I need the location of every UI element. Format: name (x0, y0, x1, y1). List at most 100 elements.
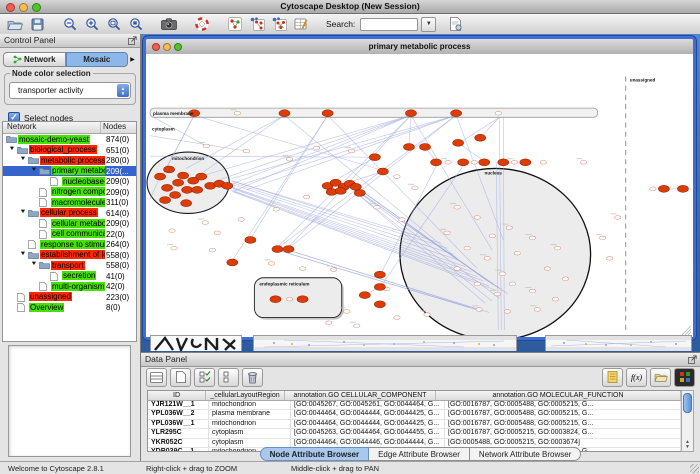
table-column-header[interactable]: ID (148, 391, 206, 400)
network-node[interactable] (479, 159, 490, 166)
network-node-small[interactable] (354, 324, 360, 328)
table-row[interactable]: YJR121W__1mitochondrion[GO:0045267, GO:0… (148, 401, 681, 410)
network-node[interactable] (164, 166, 175, 173)
window-controls[interactable] (6, 3, 41, 12)
scrollbar-thumb[interactable] (683, 393, 692, 413)
table-cell[interactable]: YPL036W__1 (148, 420, 209, 428)
network-node-small[interactable] (599, 236, 605, 240)
network-edge[interactable] (206, 115, 411, 174)
expand-arrow-icon[interactable]: ▼ (19, 251, 26, 257)
formula-builder-icon[interactable]: f(x) (626, 368, 647, 387)
network-node-small[interactable] (412, 186, 418, 190)
background-window-sliver[interactable] (150, 335, 242, 351)
table-cell[interactable]: plasma membrane (209, 410, 291, 418)
table-row[interactable]: YPL036W__2plasma membrane[GO:0044464, GO… (148, 410, 681, 419)
network-edge[interactable] (201, 115, 284, 173)
float-panel-icon[interactable] (128, 36, 137, 47)
tree-node-label[interactable]: multi-organism pro (51, 282, 105, 291)
network-node-small[interactable] (203, 144, 209, 148)
float-panel-icon[interactable] (688, 355, 697, 366)
create-network-icon[interactable] (225, 16, 245, 33)
network-node-small[interactable] (484, 256, 490, 260)
tree-node-label[interactable]: metabolic process (40, 156, 105, 165)
network-node-small[interactable] (171, 246, 177, 250)
inner-minimize-button[interactable] (163, 43, 171, 51)
tree-col-nodes[interactable]: Nodes (100, 122, 136, 133)
tree-node-label[interactable]: transport (51, 261, 85, 270)
network-edge[interactable] (285, 115, 458, 258)
tree-row[interactable]: mosaic-demo-yeast874(0) (3, 134, 136, 145)
tree-node-label[interactable]: nitrogen compo (51, 187, 105, 196)
tree-node-label[interactable]: mosaic-demo-yeast (18, 135, 90, 144)
inner-zoom-button[interactable] (174, 43, 182, 51)
tree-row[interactable]: cell communicat22(0) (3, 229, 136, 240)
tab-edge-attribute-browser[interactable]: Edge Attribute Browser (369, 447, 470, 461)
table-cell[interactable]: [GO:0016787, GO:0005488, GO:0005215, G..… (445, 401, 681, 409)
network-node[interactable] (498, 159, 509, 166)
attribute-table-header[interactable]: ID_cellularLayoutRegionannotation.GO CEL… (148, 391, 681, 401)
network-node[interactable] (162, 184, 173, 191)
tree-node-label[interactable]: unassigned (29, 292, 72, 301)
help-icon[interactable] (192, 16, 212, 33)
network-node[interactable] (192, 186, 203, 193)
zoom-button[interactable] (32, 3, 41, 12)
background-window-sliver[interactable] (545, 335, 692, 351)
network-node-small[interactable] (540, 160, 546, 164)
table-row[interactable]: YLR295Ccytoplasm[GO:0045263, GO:0044464,… (148, 429, 681, 438)
tab-network-attribute-browser[interactable]: Network Attribute Browser (470, 447, 581, 461)
network-node-small[interactable] (495, 111, 501, 115)
network-node-small[interactable] (394, 175, 400, 179)
table-cell[interactable]: [GO:0016787, GO:0005488, GO:0005215, G..… (445, 420, 681, 428)
tree-row[interactable]: ▼establishment of lo558(0) (3, 250, 136, 261)
network-node[interactable] (196, 173, 207, 180)
table-cell[interactable]: [GO:0016787, GO:0005488, GO:0005215, G..… (445, 410, 681, 418)
tree-row[interactable]: ▼transport558(0) (3, 260, 136, 271)
tree-node-label[interactable]: cellular metabo (51, 219, 105, 228)
network-node-small[interactable] (499, 272, 505, 276)
network-node[interactable] (520, 159, 531, 166)
network-node-small[interactable] (344, 310, 350, 314)
expand-arrow-icon[interactable]: ▼ (8, 146, 15, 152)
table-cell[interactable]: [GO:0016787, GO:0005215, GO:0003824, G..… (445, 429, 681, 437)
snapshot-icon[interactable] (159, 16, 179, 33)
background-window-sliver[interactable] (253, 335, 517, 351)
tree-node-label[interactable]: cell communicat (51, 229, 105, 238)
tree-row[interactable]: Overview8(0) (3, 302, 136, 313)
network-node-small[interactable] (273, 207, 279, 211)
tree-row[interactable]: cellular metabo209(0) (3, 218, 136, 229)
tree-node-label[interactable]: secretion (62, 271, 96, 280)
network-node-small[interactable] (534, 308, 540, 312)
network-node[interactable] (279, 110, 290, 117)
network-node-small[interactable] (529, 289, 535, 293)
table-column-header[interactable]: annotation.GO CELLULAR_COMPONENT (285, 391, 436, 400)
network-node-small[interactable] (552, 297, 558, 301)
matrix-view-icon[interactable] (674, 368, 695, 387)
search-input[interactable] (360, 18, 418, 31)
tree-row[interactable]: unassigned223(0) (3, 292, 136, 303)
network-node[interactable] (155, 173, 166, 180)
network-node[interactable] (222, 182, 233, 189)
close-button[interactable] (6, 3, 15, 12)
table-row[interactable]: YPL036W__1mitochondrion[GO:0044464, GO:0… (148, 420, 681, 429)
import-attributes-icon[interactable] (445, 16, 465, 33)
network-node[interactable] (245, 236, 256, 243)
table-cell[interactable]: cytoplasm (209, 429, 291, 437)
network-node-small[interactable] (504, 310, 510, 314)
network-node-small[interactable] (476, 308, 482, 312)
tree-row[interactable]: ▼primary metabo209(... (3, 166, 136, 177)
network-node-small[interactable] (454, 205, 460, 209)
tree-node-label[interactable]: nucleobase- (62, 177, 105, 186)
network-node[interactable] (270, 296, 281, 303)
network-node-small[interactable] (313, 146, 319, 150)
network-node-small[interactable] (330, 268, 336, 272)
attribute-batch-icon[interactable] (602, 368, 623, 387)
select-attributes-icon[interactable] (194, 368, 215, 387)
table-cell[interactable]: [GO:0045263, GO:0044464, GO:0044455, G..… (291, 429, 445, 437)
network-edge[interactable] (458, 143, 484, 161)
network-node[interactable] (173, 179, 184, 186)
network-node[interactable] (178, 172, 189, 179)
table-column-header[interactable]: _cellularLayoutRegion (206, 391, 285, 400)
network-node-small[interactable] (474, 282, 480, 286)
network-node[interactable] (322, 110, 333, 117)
network-node-small[interactable] (444, 231, 450, 235)
